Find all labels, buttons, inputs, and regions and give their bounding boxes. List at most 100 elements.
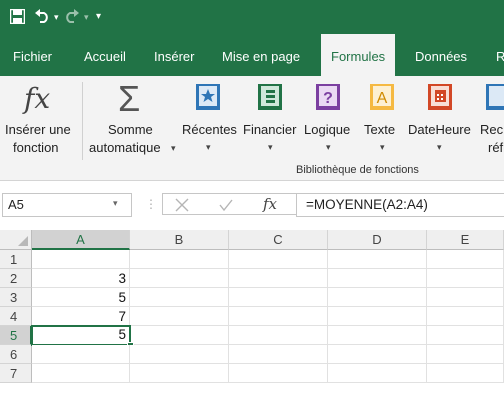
cell-c7[interactable] — [229, 364, 328, 383]
column-header-b[interactable]: B — [130, 230, 229, 250]
row-header-5[interactable]: 5 — [0, 326, 32, 345]
financial-book-icon — [258, 84, 282, 110]
name-box-value: A5 — [8, 197, 24, 212]
cell-e5[interactable] — [427, 326, 504, 345]
ribbon-tabs: Fichier Accueil Insérer Mise en page For… — [0, 34, 504, 76]
cell-c3[interactable] — [229, 288, 328, 307]
row-header-1[interactable]: 1 — [0, 250, 32, 269]
formula-bar: A5 ▾ ⋮ fx =MOYENNE(A2:A4) — [0, 186, 504, 222]
cancel-icon[interactable] — [175, 198, 189, 212]
row-header-6[interactable]: 6 — [0, 345, 32, 364]
name-box-dropdown-icon[interactable]: ▾ — [113, 198, 118, 209]
row-header-4[interactable]: 4 — [0, 307, 32, 326]
select-all-triangle-icon — [18, 236, 28, 246]
cell-a3[interactable]: 5 — [32, 288, 130, 307]
column-header-c[interactable]: C — [229, 230, 328, 250]
cell-a5[interactable]: 5 — [31, 325, 131, 346]
tab-mise-en-page[interactable]: Mise en page — [222, 34, 300, 76]
cell-d4[interactable] — [328, 307, 427, 326]
fx-icon: fx — [24, 82, 51, 115]
row-header-7[interactable]: 7 — [0, 364, 32, 383]
insert-function-label-1: Insérer une — [5, 122, 71, 137]
cell-b2[interactable] — [130, 269, 229, 288]
lookup-label-2: réf — [488, 140, 504, 155]
cell-e7[interactable] — [427, 364, 504, 383]
check-icon[interactable] — [219, 198, 233, 212]
text-book-icon: A — [370, 84, 394, 110]
text-label: Texte — [364, 122, 396, 137]
save-icon[interactable] — [10, 9, 25, 24]
cell-a1[interactable] — [32, 250, 130, 269]
cell-d5[interactable] — [328, 326, 427, 345]
cell-d7[interactable] — [328, 364, 427, 383]
formula-bar-buttons: fx — [162, 193, 296, 215]
ribbon-formules: fx Insérer une fonction Σ Somme automati… — [0, 76, 504, 181]
column-header-e[interactable]: E — [427, 230, 504, 250]
cell-c6[interactable] — [229, 345, 328, 364]
sigma-icon: Σ — [118, 78, 141, 119]
logical-dropdown-icon: ▾ — [326, 142, 331, 152]
cell-a4[interactable]: 7 — [32, 307, 130, 326]
cell-b4[interactable] — [130, 307, 229, 326]
cell-b7[interactable] — [130, 364, 229, 383]
undo-icon[interactable] — [34, 9, 50, 23]
cell-c1[interactable] — [229, 250, 328, 269]
ribbon-separator — [82, 82, 83, 160]
row-header-2[interactable]: 2 — [0, 269, 32, 288]
spreadsheet-grid: A B C D E 1 2 3 4 5 6 7 3 5 7 5 — [0, 230, 504, 406]
cell-b5[interactable] — [131, 326, 229, 345]
question-book-icon: ? — [316, 84, 340, 110]
tab-fichier[interactable]: Fichier — [13, 34, 52, 76]
cell-e4[interactable] — [427, 307, 504, 326]
autosum-label-1: Somme — [108, 122, 153, 137]
name-box[interactable]: A5 ▾ — [2, 193, 132, 217]
function-library-group-label: Bibliothèque de fonctions — [296, 164, 419, 176]
datetime-label: DateHeure — [408, 122, 471, 137]
cell-a6[interactable] — [32, 345, 130, 364]
row-header-3[interactable]: 3 — [0, 288, 32, 307]
redo-dropdown-icon[interactable]: ▾ — [84, 0, 89, 34]
cell-d3[interactable] — [328, 288, 427, 307]
quick-access-toolbar: ▾ ▾ ▾ — [0, 0, 504, 34]
cell-d6[interactable] — [328, 345, 427, 364]
calendar-book-icon — [428, 84, 452, 110]
cell-c2[interactable] — [229, 269, 328, 288]
tab-formules[interactable]: Formules — [321, 34, 396, 76]
tab-donnees[interactable]: Données — [415, 34, 467, 76]
cell-b6[interactable] — [130, 345, 229, 364]
lookup-label-1: Rec — [480, 122, 504, 137]
formula-bar-grip-icon[interactable]: ⋮ — [145, 197, 157, 211]
cell-a7[interactable] — [32, 364, 130, 383]
formula-input[interactable]: =MOYENNE(A2:A4) — [296, 193, 504, 217]
cell-c5[interactable] — [229, 326, 328, 345]
lookup-book-icon — [486, 84, 504, 110]
recent-dropdown-icon: ▾ — [206, 142, 211, 152]
cell-a2[interactable]: 3 — [32, 269, 130, 288]
redo-icon[interactable] — [64, 9, 80, 23]
select-all-corner[interactable] — [0, 230, 32, 250]
cell-c4[interactable] — [229, 307, 328, 326]
recent-label: Récentes — [182, 122, 237, 137]
tab-inserer[interactable]: Insérer — [154, 34, 194, 76]
tab-revision[interactable]: R — [496, 34, 504, 76]
svg-text:A: A — [377, 90, 388, 107]
cell-e1[interactable] — [427, 250, 504, 269]
cell-b3[interactable] — [130, 288, 229, 307]
cell-d2[interactable] — [328, 269, 427, 288]
cell-e6[interactable] — [427, 345, 504, 364]
financial-dropdown-icon: ▾ — [268, 142, 273, 152]
cell-e2[interactable] — [427, 269, 504, 288]
fx-button[interactable]: fx — [263, 195, 277, 213]
tab-accueil[interactable]: Accueil — [84, 34, 126, 76]
svg-text:?: ? — [323, 90, 333, 107]
cell-e3[interactable] — [427, 288, 504, 307]
logical-label: Logique — [304, 122, 351, 137]
text-dropdown-icon: ▾ — [380, 142, 385, 152]
undo-dropdown-icon[interactable]: ▾ — [54, 0, 59, 34]
cell-b1[interactable] — [130, 250, 229, 269]
customize-qat-icon[interactable]: ▾ — [96, 0, 101, 34]
financial-label: Financier — [243, 122, 297, 137]
cell-d1[interactable] — [328, 250, 427, 269]
column-header-d[interactable]: D — [328, 230, 427, 250]
column-header-a[interactable]: A — [32, 230, 130, 250]
